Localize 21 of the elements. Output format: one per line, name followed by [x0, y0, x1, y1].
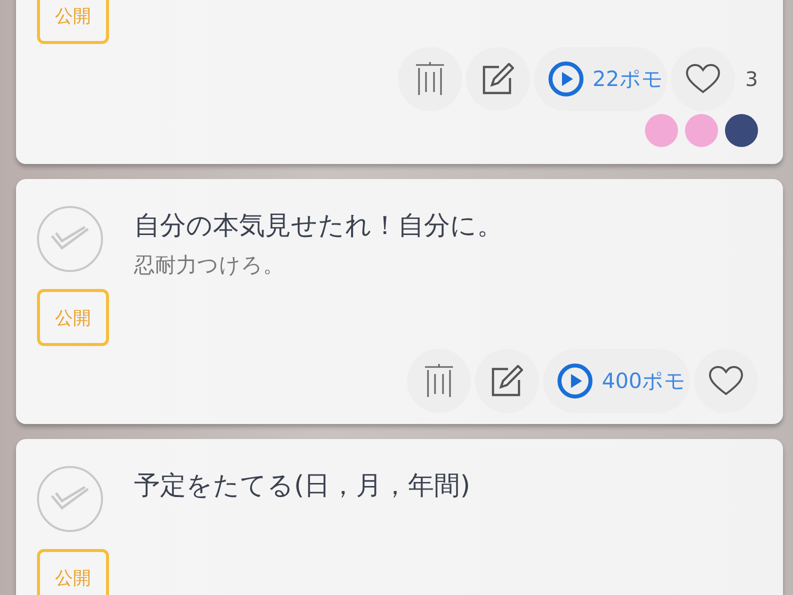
- visibility-badge: 公開: [37, 549, 109, 595]
- heart-icon: [686, 64, 720, 94]
- start-button[interactable]: 22ポモ: [534, 47, 668, 111]
- check-icon: [50, 486, 90, 512]
- trash-icon: [414, 62, 445, 96]
- task-title: 自分の本気見せたれ！自分に。: [134, 210, 503, 243]
- heart-icon: [709, 366, 743, 396]
- trash-icon: [424, 364, 454, 398]
- task-title: 予定をたてる(日，月，年間): [134, 470, 470, 503]
- complete-checkbox[interactable]: [37, 206, 103, 272]
- play-icon: [548, 61, 584, 97]
- visibility-badge: 公開: [37, 289, 109, 346]
- start-button[interactable]: 400ポモ: [542, 349, 690, 413]
- visibility-badge: 公開: [37, 0, 109, 44]
- complete-checkbox[interactable]: [37, 466, 103, 532]
- check-icon: [50, 226, 90, 252]
- edit-icon: [482, 63, 514, 95]
- play-icon: [556, 363, 593, 399]
- edit-icon: [490, 365, 523, 397]
- like-count: 3: [745, 67, 758, 91]
- task-note: 忍耐力つけろ。: [134, 252, 285, 279]
